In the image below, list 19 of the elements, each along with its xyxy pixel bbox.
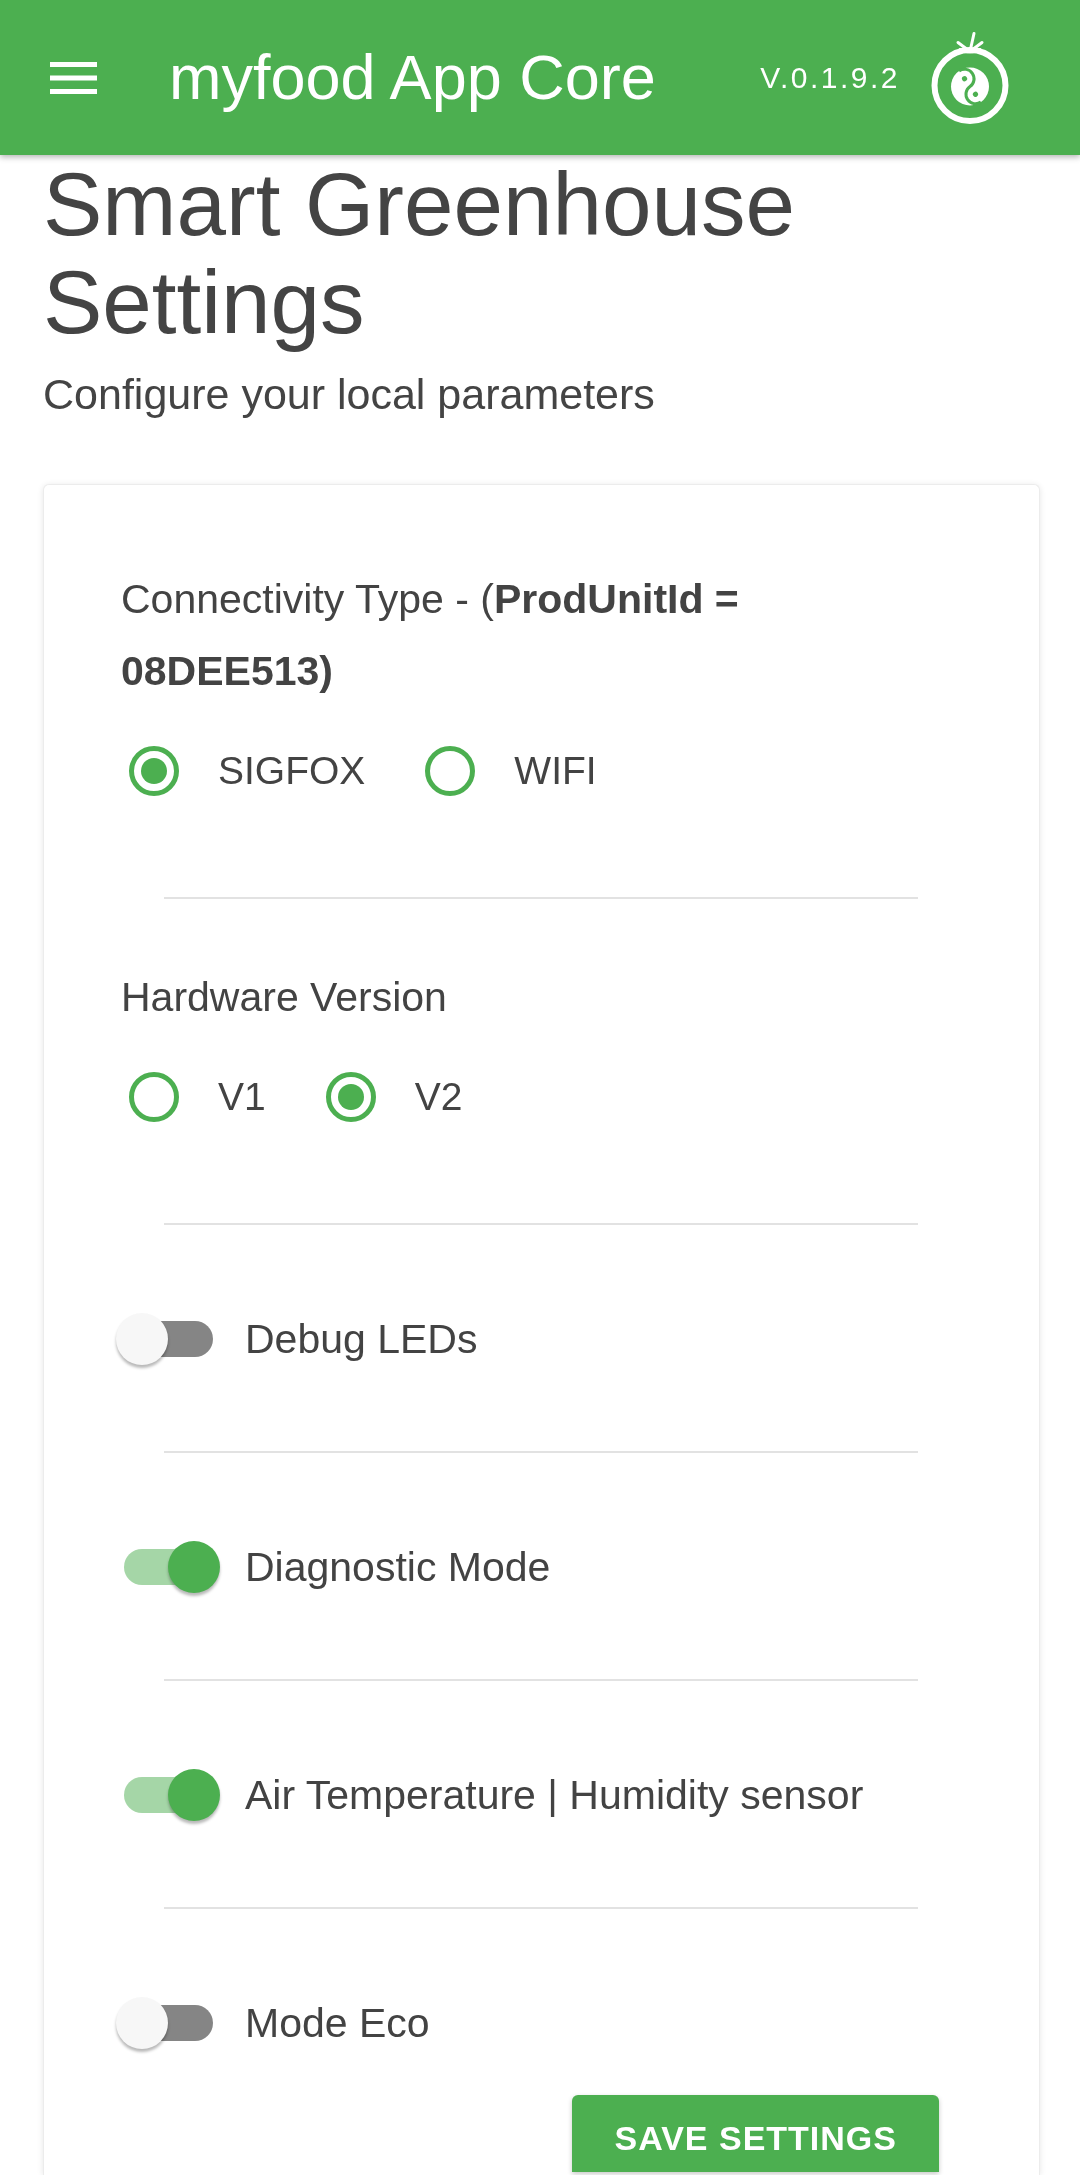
menu-icon[interactable] — [50, 61, 97, 94]
radio-button[interactable] — [425, 746, 476, 796]
page-title: Smart Greenhouse Settings — [43, 155, 796, 351]
radio-label[interactable]: V2 — [414, 1074, 463, 1120]
radio-button[interactable] — [129, 746, 179, 796]
radio-label[interactable]: WIFI — [514, 748, 597, 794]
tomato-icon — [931, 30, 1009, 125]
toggle-label: Mode Eco — [245, 1999, 430, 2047]
radio-label[interactable]: SIGFOX — [218, 748, 366, 794]
radio-button[interactable] — [325, 1072, 376, 1122]
toggle-label: Debug LEDs — [245, 1315, 478, 1363]
page-subtitle: Configure your local parameters — [43, 369, 656, 419]
radio-button[interactable] — [129, 1072, 179, 1122]
field-label: Hardware Version — [121, 973, 448, 1022]
toggle-label: Diagnostic Mode — [245, 1543, 551, 1591]
radio-label[interactable]: V1 — [218, 1074, 266, 1120]
field-label: Connectivity Type - (ProdUnitId = 08DEE513) — [121, 575, 740, 696]
version-label: V.0.1.9.2 — [760, 62, 900, 93]
toggle-label: Air Temperature | Humidity sensor — [245, 1771, 864, 1819]
